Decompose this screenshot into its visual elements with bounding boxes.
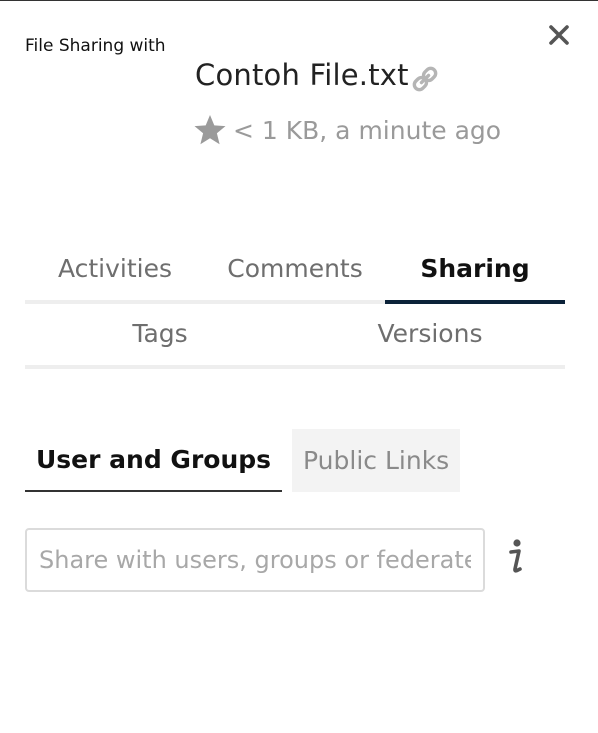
file-size-modified: < 1 KB, a minute ago bbox=[233, 115, 502, 145]
tab-activities[interactable]: Activities bbox=[25, 244, 205, 300]
sidebar-tabs-row-2: Tags Versions bbox=[25, 308, 565, 369]
tab-tags[interactable]: Tags bbox=[25, 308, 295, 365]
file-name: Contoh File.txt bbox=[195, 58, 409, 92]
file-meta-row: < 1 KB, a minute ago bbox=[193, 112, 501, 148]
share-with-input[interactable] bbox=[25, 528, 485, 592]
sharing-header-label: File Sharing with bbox=[25, 36, 166, 56]
subtab-public-links[interactable]: Public Links bbox=[292, 429, 461, 492]
tab-versions[interactable]: Versions bbox=[295, 308, 565, 365]
sharing-subtabs: User and Groups Public Links bbox=[25, 429, 461, 492]
info-icon[interactable] bbox=[502, 536, 528, 576]
close-icon[interactable] bbox=[544, 20, 574, 50]
top-divider bbox=[0, 0, 598, 1]
subtab-user-and-groups[interactable]: User and Groups bbox=[25, 429, 283, 492]
sidebar-tabs-row-1: Activities Comments Sharing bbox=[25, 244, 565, 304]
star-icon[interactable] bbox=[193, 113, 227, 147]
tab-comments[interactable]: Comments bbox=[205, 244, 385, 300]
link-icon[interactable] bbox=[408, 62, 442, 96]
tab-sharing[interactable]: Sharing bbox=[385, 244, 565, 304]
